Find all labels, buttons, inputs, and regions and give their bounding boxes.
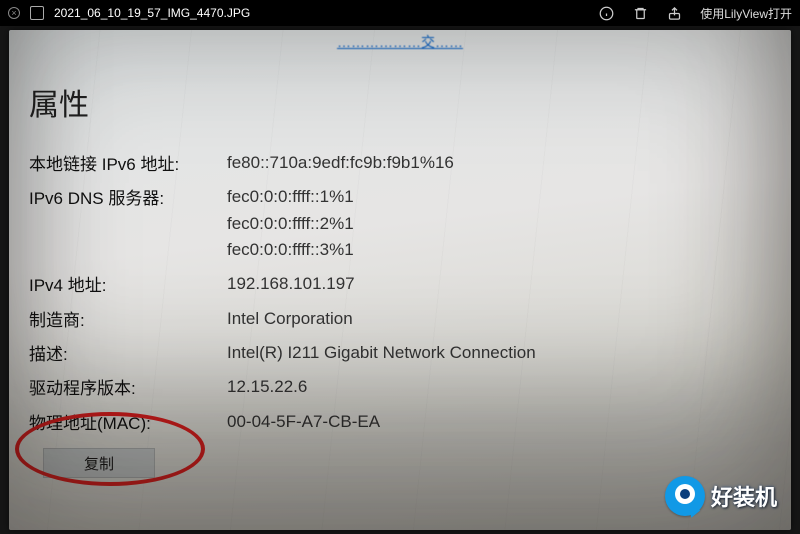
close-icon[interactable]: × bbox=[8, 7, 20, 19]
value-line: 00-04-5F-A7-CB-EA bbox=[227, 409, 380, 435]
image-viewer-titlebar: × 2021_06_10_19_57_IMG_4470.JPG 使用LilyVi… bbox=[0, 0, 800, 26]
row-ipv6-dns: IPv6 DNS 服务器: fec0:0:0:ffff::1%1 fec0:0:… bbox=[29, 184, 536, 263]
copy-button[interactable]: 复制 bbox=[43, 448, 155, 478]
value-line: fec0:0:0:ffff::2%1 bbox=[227, 211, 354, 237]
watermark-text: 好装机 bbox=[711, 480, 777, 512]
label-ipv6-link-local: 本地链接 IPv6 地址: bbox=[29, 150, 227, 175]
screenshot-photo: ………………交…… 属性 本地链接 IPv6 地址: fe80::710a:9e… bbox=[9, 30, 791, 530]
value-mac: 00-04-5F-A7-CB-EA bbox=[227, 409, 380, 435]
titlebar-left: × 2021_06_10_19_57_IMG_4470.JPG bbox=[8, 6, 250, 20]
label-driver-version: 驱动程序版本: bbox=[29, 374, 227, 399]
info-icon[interactable] bbox=[598, 5, 614, 21]
value-line: Intel(R) I211 Gigabit Network Connection bbox=[227, 340, 536, 366]
window-frame-icon bbox=[30, 6, 44, 20]
watermark-logo-icon bbox=[665, 476, 705, 516]
row-ipv4: IPv4 地址: 192.168.101.197 bbox=[29, 271, 536, 297]
properties-table: 本地链接 IPv6 地址: fe80::710a:9edf:fc9b:f9b1%… bbox=[29, 150, 536, 443]
label-ipv6-dns: IPv6 DNS 服务器: bbox=[29, 184, 227, 209]
partial-link-top: ………………交…… bbox=[337, 32, 463, 52]
label-mac: 物理地址(MAC): bbox=[29, 409, 227, 434]
file-name: 2021_06_10_19_57_IMG_4470.JPG bbox=[54, 6, 250, 20]
image-viewer-body: ………………交…… 属性 本地链接 IPv6 地址: fe80::710a:9e… bbox=[0, 26, 800, 534]
value-ipv6-dns: fec0:0:0:ffff::1%1 fec0:0:0:ffff::2%1 fe… bbox=[227, 184, 354, 263]
value-ipv4: 192.168.101.197 bbox=[227, 271, 355, 297]
value-description: Intel(R) I211 Gigabit Network Connection bbox=[227, 340, 536, 366]
value-driver-version: 12.15.22.6 bbox=[227, 374, 307, 400]
value-ipv6-link-local: fe80::710a:9edf:fc9b:f9b1%16 bbox=[227, 150, 454, 176]
label-manufacturer: 制造商: bbox=[29, 306, 227, 331]
value-line: fe80::710a:9edf:fc9b:f9b1%16 bbox=[227, 150, 454, 176]
value-manufacturer: Intel Corporation bbox=[227, 306, 353, 332]
row-mac: 物理地址(MAC): 00-04-5F-A7-CB-EA bbox=[29, 409, 536, 435]
properties-heading: 属性 bbox=[29, 80, 89, 124]
value-line: 12.15.22.6 bbox=[227, 374, 307, 400]
watermark: 好装机 bbox=[665, 476, 777, 516]
value-line: 192.168.101.197 bbox=[227, 271, 355, 297]
titlebar-right: 使用LilyView打开 bbox=[598, 5, 792, 22]
open-with-label[interactable]: 使用LilyView打开 bbox=[700, 5, 792, 22]
label-ipv4: IPv4 地址: bbox=[29, 271, 227, 296]
row-driver-version: 驱动程序版本: 12.15.22.6 bbox=[29, 374, 536, 400]
label-description: 描述: bbox=[29, 340, 227, 365]
row-description: 描述: Intel(R) I211 Gigabit Network Connec… bbox=[29, 340, 536, 366]
trash-icon[interactable] bbox=[632, 5, 648, 21]
value-line: fec0:0:0:ffff::3%1 bbox=[227, 237, 354, 263]
row-manufacturer: 制造商: Intel Corporation bbox=[29, 306, 536, 332]
value-line: Intel Corporation bbox=[227, 306, 353, 332]
row-ipv6-link-local: 本地链接 IPv6 地址: fe80::710a:9edf:fc9b:f9b1%… bbox=[29, 150, 536, 176]
share-icon[interactable] bbox=[666, 5, 682, 21]
value-line: fec0:0:0:ffff::1%1 bbox=[227, 184, 354, 210]
